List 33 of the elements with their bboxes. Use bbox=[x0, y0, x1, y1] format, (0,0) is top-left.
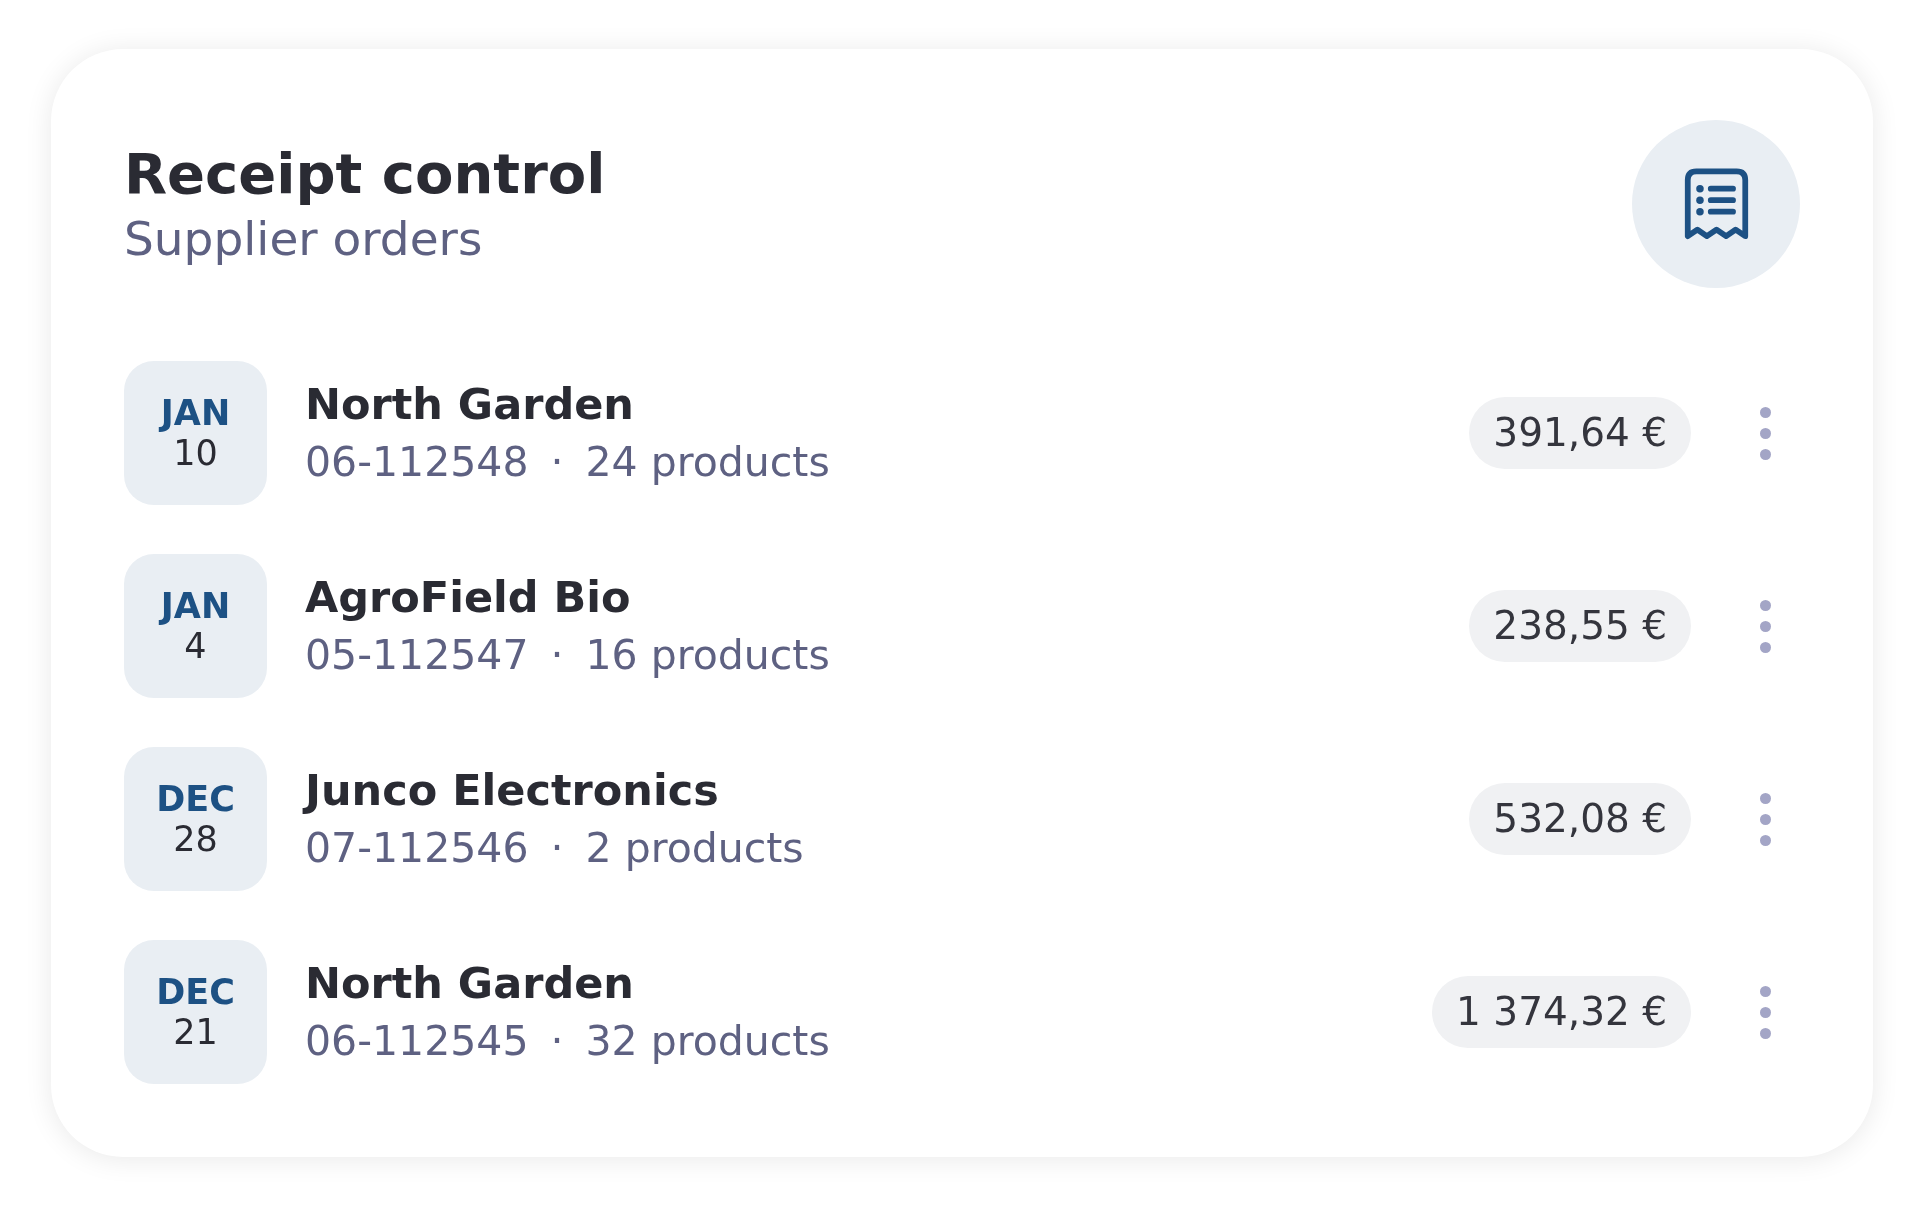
date-day: 10 bbox=[173, 434, 218, 473]
supplier-name: North Garden bbox=[305, 957, 634, 1010]
more-options-icon bbox=[1759, 792, 1771, 846]
date-month: DEC bbox=[156, 779, 235, 818]
more-options-icon bbox=[1759, 406, 1771, 460]
date-month: DEC bbox=[156, 972, 235, 1011]
date-day: 28 bbox=[173, 820, 218, 859]
separator-dot: · bbox=[550, 1017, 564, 1067]
date-day: 4 bbox=[184, 627, 207, 666]
date-day: 21 bbox=[173, 1013, 218, 1052]
separator-dot: · bbox=[550, 438, 564, 488]
order-number: 05-112547 bbox=[305, 631, 529, 681]
order-number: 06-112548 bbox=[305, 438, 529, 488]
amount-pill: 1 374,32 € bbox=[1432, 976, 1691, 1048]
separator-dot: · bbox=[550, 631, 564, 681]
product-count: 2 products bbox=[585, 824, 804, 874]
order-number: 06-112545 bbox=[305, 1017, 529, 1067]
supplier-name: North Garden bbox=[305, 378, 634, 431]
more-options-icon bbox=[1759, 985, 1771, 1039]
supplier-name: AgroField Bio bbox=[305, 571, 631, 624]
product-count: 24 products bbox=[585, 438, 830, 488]
order-number: 07-112546 bbox=[305, 824, 529, 874]
date-month: JAN bbox=[160, 393, 231, 432]
card-subtitle: Supplier orders bbox=[124, 212, 483, 267]
card-title: Receipt control bbox=[124, 141, 606, 207]
product-count: 32 products bbox=[585, 1017, 830, 1067]
amount-pill: 391,64 € bbox=[1469, 397, 1691, 469]
more-options-icon bbox=[1759, 599, 1771, 653]
amount-pill: 532,08 € bbox=[1469, 783, 1691, 855]
amount-pill: 238,55 € bbox=[1469, 590, 1691, 662]
date-month: JAN bbox=[160, 586, 231, 625]
product-count: 16 products bbox=[585, 631, 830, 681]
separator-dot: · bbox=[550, 824, 564, 874]
